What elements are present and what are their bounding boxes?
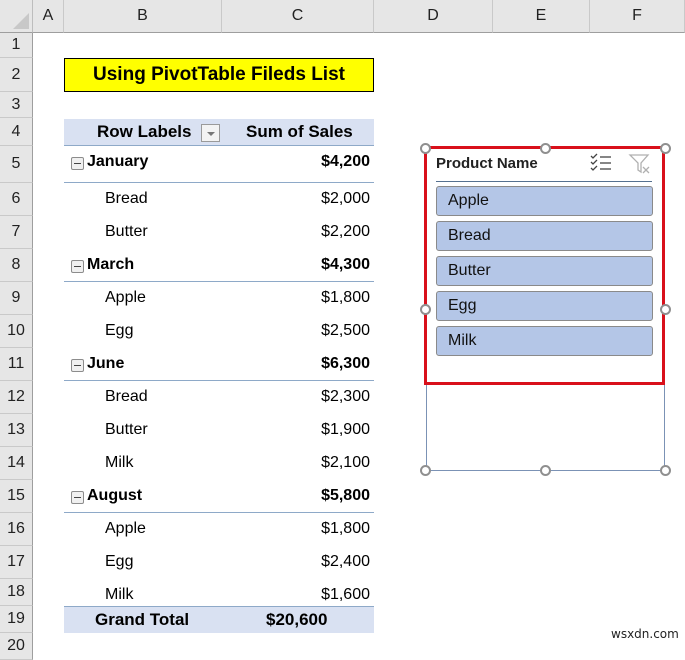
- select-all-corner[interactable]: [0, 0, 33, 33]
- pivot-month-row: January $4,200: [64, 146, 374, 183]
- row-header-17[interactable]: 17: [0, 546, 33, 579]
- sales-value[interactable]: $1,800: [321, 520, 370, 538]
- collapse-icon[interactable]: [71, 359, 84, 372]
- sales-value[interactable]: $6,300: [321, 355, 370, 373]
- row-header-12[interactable]: 12: [0, 381, 33, 414]
- row-header-7[interactable]: 7: [0, 216, 33, 249]
- grand-total-value[interactable]: $20,600: [266, 610, 327, 630]
- row-label[interactable]: August: [87, 487, 142, 505]
- column-header-f[interactable]: F: [590, 0, 685, 33]
- row-label[interactable]: Milk: [105, 454, 133, 472]
- row-header-19[interactable]: 19: [0, 606, 33, 633]
- row-label[interactable]: Bread: [105, 388, 148, 406]
- clear-filter-icon[interactable]: [628, 152, 652, 176]
- row-header-9[interactable]: 9: [0, 282, 33, 315]
- column-header-a[interactable]: A: [33, 0, 64, 33]
- resize-handle-ne[interactable]: [660, 143, 671, 154]
- pivot-header-row: Row Labels Sum of Sales: [64, 119, 374, 146]
- pivot-month-row: August $5,800: [64, 480, 374, 513]
- sales-value[interactable]: $2,100: [321, 454, 370, 472]
- row-label[interactable]: Butter: [105, 223, 148, 241]
- sales-value[interactable]: $2,000: [321, 190, 370, 208]
- slicer-item-egg[interactable]: Egg: [436, 291, 653, 321]
- pivot-item-row: Milk $1,600: [64, 579, 374, 606]
- row-label[interactable]: Apple: [105, 520, 146, 538]
- pivot-month-row: June $6,300: [64, 348, 374, 381]
- row-header-4[interactable]: 4: [0, 118, 33, 146]
- row-label[interactable]: Bread: [105, 190, 148, 208]
- grand-total-label[interactable]: Grand Total: [95, 610, 189, 630]
- watermark: wsxdn.com: [611, 627, 679, 641]
- pivot-item-row: Bread $2,000: [64, 183, 374, 216]
- sales-value[interactable]: $2,400: [321, 553, 370, 571]
- row-label[interactable]: Milk: [105, 586, 133, 604]
- title-cell[interactable]: Using PivotTable Fileds List: [64, 58, 374, 92]
- slicer-header: Product Name: [436, 155, 538, 172]
- pivot-item-row: Apple $1,800: [64, 513, 374, 546]
- row-labels-header[interactable]: Row Labels: [97, 122, 191, 142]
- resize-handle-se[interactable]: [660, 465, 671, 476]
- pivot-item-row: Egg $2,400: [64, 546, 374, 579]
- column-header-e[interactable]: E: [493, 0, 590, 33]
- row-header-2[interactable]: 2: [0, 58, 33, 92]
- row-header-15[interactable]: 15: [0, 480, 33, 513]
- collapse-icon[interactable]: [71, 157, 84, 170]
- row-label[interactable]: June: [87, 355, 124, 373]
- multi-select-icon[interactable]: [590, 153, 612, 173]
- collapse-icon[interactable]: [71, 491, 84, 504]
- resize-handle-sw[interactable]: [420, 465, 431, 476]
- row-header-8[interactable]: 8: [0, 249, 33, 282]
- column-header-c[interactable]: C: [222, 0, 374, 33]
- slicer-item-milk[interactable]: Milk: [436, 326, 653, 356]
- row-header-1[interactable]: 1: [0, 33, 33, 58]
- slicer-header-divider: [436, 181, 652, 182]
- sales-value[interactable]: $5,800: [321, 487, 370, 505]
- sales-value[interactable]: $2,500: [321, 322, 370, 340]
- row-label[interactable]: Egg: [105, 553, 133, 571]
- row-label[interactable]: Egg: [105, 322, 133, 340]
- row-label[interactable]: January: [87, 153, 148, 171]
- pivot-item-row: Butter $2,200: [64, 216, 374, 249]
- row-labels-filter-dropdown[interactable]: [201, 124, 220, 142]
- sales-value[interactable]: $1,800: [321, 289, 370, 307]
- grand-total-row: Grand Total $20,600: [64, 606, 374, 633]
- resize-handle-s[interactable]: [540, 465, 551, 476]
- pivot-item-row: Egg $2,500: [64, 315, 374, 348]
- sales-value[interactable]: $2,200: [321, 223, 370, 241]
- row-header-13[interactable]: 13: [0, 414, 33, 447]
- sales-value[interactable]: $2,300: [321, 388, 370, 406]
- row-label[interactable]: Apple: [105, 289, 146, 307]
- resize-handle-nw[interactable]: [420, 143, 431, 154]
- row-header-6[interactable]: 6: [0, 183, 33, 216]
- sales-value[interactable]: $1,900: [321, 421, 370, 439]
- row-header-18[interactable]: 18: [0, 579, 33, 606]
- row-header-3[interactable]: 3: [0, 92, 33, 118]
- row-label[interactable]: Butter: [105, 421, 148, 439]
- column-header-b[interactable]: B: [64, 0, 222, 33]
- pivot-item-row: Butter $1,900: [64, 414, 374, 447]
- sales-value[interactable]: $4,300: [321, 256, 370, 274]
- pivot-item-row: Milk $2,100: [64, 447, 374, 480]
- pivot-item-row: Bread $2,300: [64, 381, 374, 414]
- product-name-slicer[interactable]: Product Name Apple Bread Butter Egg Milk: [424, 146, 665, 385]
- sum-of-sales-header[interactable]: Sum of Sales: [246, 122, 353, 142]
- row-header-10[interactable]: 10: [0, 315, 33, 348]
- slicer-item-butter[interactable]: Butter: [436, 256, 653, 286]
- pivot-item-row: Apple $1,800: [64, 282, 374, 315]
- slicer-item-apple[interactable]: Apple: [436, 186, 653, 216]
- sales-value[interactable]: $1,600: [321, 586, 370, 604]
- resize-handle-e[interactable]: [660, 304, 671, 315]
- slicer-item-bread[interactable]: Bread: [436, 221, 653, 251]
- row-label[interactable]: March: [87, 256, 134, 274]
- row-header-5[interactable]: 5: [0, 146, 33, 183]
- column-header-d[interactable]: D: [374, 0, 493, 33]
- collapse-icon[interactable]: [71, 260, 84, 273]
- row-header-14[interactable]: 14: [0, 447, 33, 480]
- row-header-11[interactable]: 11: [0, 348, 33, 381]
- resize-handle-w[interactable]: [420, 304, 431, 315]
- sales-value[interactable]: $4,200: [321, 153, 370, 171]
- pivot-month-row: March $4,300: [64, 249, 374, 282]
- row-header-16[interactable]: 16: [0, 513, 33, 546]
- resize-handle-n[interactable]: [540, 143, 551, 154]
